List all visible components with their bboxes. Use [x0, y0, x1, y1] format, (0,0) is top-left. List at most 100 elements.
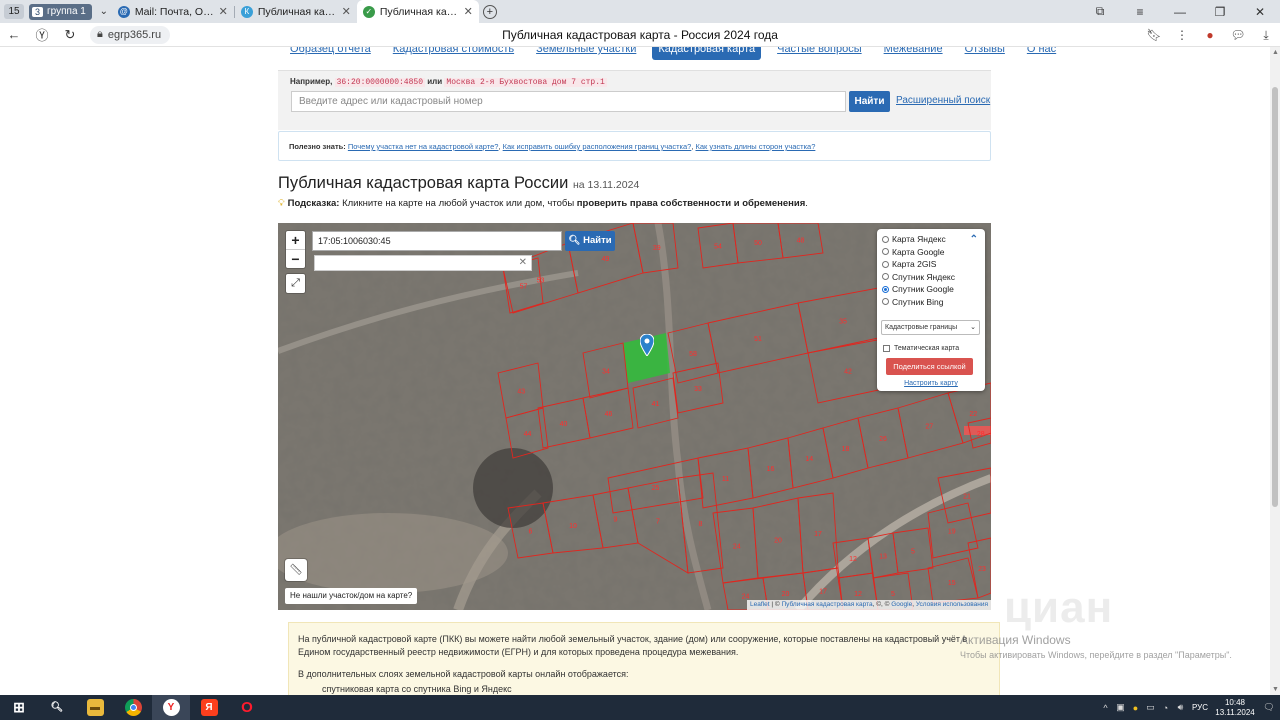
map-secondary-input[interactable]: ✕ [314, 255, 532, 271]
nav-cadastral-map[interactable]: Кадастровая карта [652, 47, 762, 60]
nav-reviews[interactable]: Отзывы [959, 47, 1011, 60]
parcel-label: 11 [722, 476, 729, 483]
yandex-browser-button[interactable]: Y [152, 695, 190, 720]
scroll-up-icon[interactable]: ▲ [1272, 49, 1279, 56]
bookmark-icon[interactable]: 🔖︎ [1140, 28, 1168, 42]
notification-icon[interactable]: 🗨︎ [1258, 702, 1280, 713]
back-arrow-icon[interactable]: ← [0, 27, 28, 42]
nav-faq[interactable]: Частые вопросы [771, 47, 868, 60]
chevron-up-icon[interactable]: ⌃ [970, 234, 978, 245]
tab-count-button[interactable]: 15 [4, 4, 24, 19]
attrib-pkk[interactable]: Публичная кадастровая карта [781, 601, 872, 608]
clock[interactable]: 10:48 13.11.2024 [1212, 698, 1258, 718]
info-link-fix-boundaries[interactable]: Как исправить ошибку расположения границ… [503, 142, 692, 151]
chevron-up-icon[interactable]: ^ [1098, 703, 1113, 713]
advanced-search-link[interactable]: Расширенный поиск [896, 95, 990, 106]
map-search-button-label: Найти [583, 235, 612, 246]
layer-yandex-map[interactable]: Карта Яндекс [882, 233, 946, 245]
file-explorer-button[interactable]: ▬ [76, 695, 114, 720]
tab-cadastral-active[interactable]: ✓ Публичная кадастровая карта ✕ [356, 0, 479, 23]
start-button[interactable]: ⊞ [0, 695, 38, 720]
clear-icon[interactable]: ✕ [519, 256, 527, 270]
example-code-1[interactable]: 36:20:0000000:4850 [334, 78, 425, 87]
parcel-boundary[interactable] [627, 477, 689, 574]
close-icon[interactable]: ✕ [464, 5, 473, 18]
zoom-in-button[interactable]: + [286, 231, 305, 249]
scroll-down-icon[interactable]: ▼ [1272, 686, 1279, 693]
yandex-disk-icon[interactable]: ● [1128, 703, 1143, 713]
close-icon[interactable]: ✕ [342, 5, 351, 18]
yandex-icon[interactable]: Ⓨ [28, 25, 56, 44]
nav-sample-report[interactable]: Образец отчета [284, 47, 377, 60]
restore-icon[interactable]: ❐ [1200, 5, 1240, 19]
example-code-2[interactable]: Москва 2-я Бухвостова дом 7 стр.1 [444, 78, 607, 87]
layer-2gis-map[interactable]: Карта 2GIS [882, 258, 936, 270]
tab-group-label: группа 1 [47, 6, 86, 17]
more-icon[interactable]: ⋮ [1168, 28, 1196, 42]
not-found-link[interactable]: Не нашли участок/дом на карте? [285, 588, 418, 604]
address-search-input[interactable]: Введите адрес или кадастровый номер [291, 91, 846, 112]
chevron-down-icon[interactable]: ⌄ [96, 4, 112, 20]
nav-land-plots[interactable]: Земельные участки [530, 47, 642, 60]
network-icon[interactable]: ▭ [1143, 702, 1158, 713]
tab-group-chip[interactable]: 3 группа 1 [29, 3, 92, 20]
zoom-out-button[interactable]: − [286, 249, 305, 267]
parcel-label: 21 [963, 494, 971, 501]
attrib-google[interactable]: Google [891, 601, 912, 608]
map-search-button[interactable]: 🔍︎ Найти [565, 231, 615, 251]
nav-about[interactable]: О нас [1021, 47, 1062, 60]
scrollbar-thumb[interactable] [1272, 87, 1278, 507]
map-marker-icon[interactable] [640, 334, 654, 356]
download-icon[interactable]: ⤓ [1252, 28, 1280, 43]
nav-cadastral-value[interactable]: Кадастровая стоимость [387, 47, 520, 60]
checkbox-icon [883, 345, 890, 352]
language-indicator[interactable]: РУС [1188, 703, 1212, 712]
screen: 15 3 группа 1 ⌄ @ Mail: Почта, Облако, К… [0, 0, 1280, 720]
tab-mail[interactable]: @ Mail: Почта, Облако, Календарь ✕ [112, 0, 234, 23]
chrome-button[interactable] [114, 695, 152, 720]
configure-map-link[interactable]: Настроить карту [877, 380, 985, 387]
photo-icon[interactable]: ▣ [1113, 702, 1128, 713]
layer-google-map[interactable]: Карта Google [882, 246, 945, 258]
attrib-leaflet[interactable]: Leaflet [750, 601, 770, 608]
chat-icon[interactable]: 💬︎ [1224, 28, 1252, 42]
radio-checked-icon [882, 285, 889, 293]
close-window-icon[interactable]: ✕ [1240, 5, 1280, 19]
share-link-button[interactable]: Поделиться ссылкой [886, 358, 973, 375]
nav-surveying[interactable]: Межевание [878, 47, 949, 60]
new-tab-plus-icon[interactable]: + [482, 4, 497, 19]
menu-icon[interactable]: ≡ [1120, 5, 1160, 19]
layer-bing-satellite[interactable]: Спутник Bing [882, 296, 943, 308]
opera-button[interactable]: O [228, 695, 266, 720]
fullscreen-icon[interactable]: ⤢ [286, 274, 305, 293]
wifi-icon[interactable]: ◔ [1158, 703, 1173, 713]
close-icon[interactable]: ✕ [219, 5, 228, 18]
url-field[interactable]: 🔒︎ egrp365.ru [90, 25, 170, 44]
boundary-layer-select[interactable]: Кадастровые границы ⌄ [881, 320, 980, 335]
bookmarks-icon[interactable]: ⧉ [1080, 4, 1120, 19]
reload-icon[interactable]: ↻ [56, 27, 84, 43]
minimize-icon[interactable]: — [1160, 5, 1200, 19]
parcel-label: 7 [656, 519, 660, 526]
layer-yandex-satellite[interactable]: Спутник Яндекс [882, 271, 955, 283]
hint-bold: проверить права собственности и обремене… [576, 198, 806, 209]
cadastral-map[interactable]: 53 49 39 54 50 48 57 58 51 35 34 43 46 41 33 42 40 44 25 11… [278, 223, 991, 610]
layer-google-satellite[interactable]: Спутник Google [882, 283, 954, 295]
parcel-label: 40 [560, 421, 568, 428]
extension-icon[interactable]: ● [1196, 28, 1224, 42]
volume-icon[interactable]: 🔊︎ [1173, 702, 1188, 713]
thematic-map-toggle[interactable]: Тематическая карта [883, 345, 959, 352]
ruler-icon[interactable]: 📏︎ [285, 559, 307, 581]
tab-cadastral-1[interactable]: К Публичная кадастровая карта ✕ [235, 0, 357, 23]
attrib-terms[interactable]: Условия использования [916, 601, 988, 608]
search-taskbar-button[interactable]: 🔍︎ [38, 695, 76, 720]
info-link-side-lengths[interactable]: Как узнать длины сторон участка? [696, 142, 816, 151]
info-link-missing-plot[interactable]: Почему участка нет на кадастровой карте? [348, 142, 499, 151]
watermark-subtitle: Чтобы активировать Windows, перейдите в … [960, 650, 1232, 660]
map-search-input[interactable]: 17:05:1006030:45 [312, 231, 562, 251]
search-button[interactable]: Найти [849, 91, 890, 112]
layer-label: Спутник Bing [892, 296, 944, 307]
page-scrollbar[interactable]: ▲ ▼ [1270, 47, 1280, 695]
yandex-button[interactable]: Я [190, 695, 228, 720]
parcel-label: 49 [602, 256, 610, 263]
